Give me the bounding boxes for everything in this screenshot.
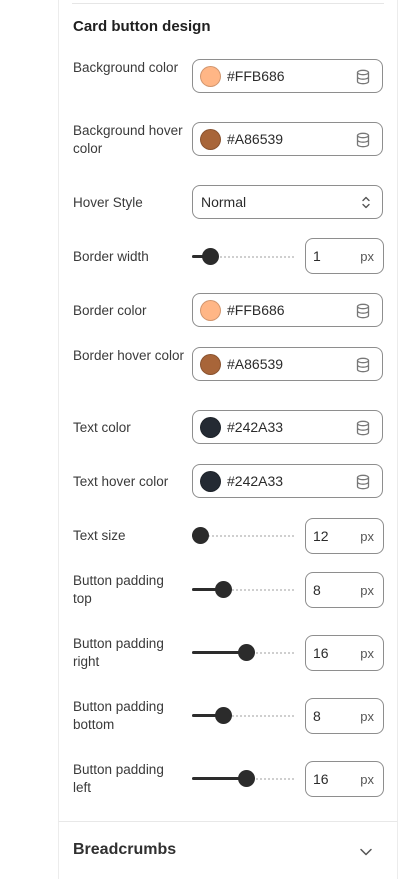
unit-label: px (360, 583, 374, 598)
color-swatch[interactable] (200, 66, 221, 87)
color-swatch[interactable] (200, 354, 221, 375)
pad-top-slider[interactable] (192, 581, 296, 599)
pad-left-label: Button padding left (73, 762, 164, 795)
number-value: 8 (313, 582, 321, 598)
pad-left-input[interactable]: 16 px (305, 761, 384, 797)
chevron-up-down-icon (362, 196, 370, 209)
text-hover-field[interactable]: #242A33 (192, 464, 383, 498)
pad-bottom-slider[interactable] (192, 707, 296, 725)
color-swatch[interactable] (200, 471, 221, 492)
border-color-label: Border color (73, 303, 147, 318)
text-size-input[interactable]: 12 px (305, 518, 384, 554)
color-hex: #A86539 (227, 131, 284, 147)
slider-thumb[interactable] (215, 707, 232, 724)
slider-thumb[interactable] (238, 770, 255, 787)
breadcrumbs-title[interactable]: Breadcrumbs (73, 841, 176, 859)
unit-label: px (360, 772, 374, 787)
pad-right-slider[interactable] (192, 644, 296, 662)
border-width-slider[interactable] (192, 248, 296, 266)
pad-right-label: Button padding right (73, 636, 164, 669)
bg-hover-field[interactable]: #A86539 (192, 122, 383, 156)
number-value: 12 (313, 528, 329, 544)
hover-style-label: Hover Style (73, 195, 143, 210)
border-color-field[interactable]: #FFB686 (192, 293, 383, 327)
color-hex: #FFB686 (227, 302, 285, 318)
database-icon[interactable] (356, 357, 370, 373)
pad-top-input[interactable]: 8 px (305, 572, 384, 608)
color-swatch[interactable] (200, 300, 221, 321)
unit-label: px (360, 709, 374, 724)
pad-bottom-input[interactable]: 8 px (305, 698, 384, 734)
border-width-label: Border width (73, 249, 149, 264)
border-width-input[interactable]: 1 px (305, 238, 384, 274)
text-hover-label: Text hover color (73, 474, 169, 489)
database-icon[interactable] (356, 303, 370, 319)
bg-color-label: Background color (73, 60, 179, 75)
database-icon[interactable] (356, 474, 370, 490)
border-hover-field[interactable]: #A86539 (192, 347, 383, 381)
hover-style-value: Normal (201, 194, 247, 210)
number-value: 8 (313, 708, 321, 724)
border-hover-label: Border hover color (73, 348, 185, 363)
slider-thumb[interactable] (202, 248, 219, 265)
bg-color-field[interactable]: #FFB686 (192, 59, 383, 93)
unit-label: px (360, 646, 374, 661)
pad-bottom-label: Button padding bottom (73, 699, 164, 732)
unit-label: px (360, 529, 374, 544)
text-color-label: Text color (73, 420, 131, 435)
slider-thumb[interactable] (192, 527, 209, 544)
number-value: 16 (313, 771, 329, 787)
database-icon[interactable] (356, 132, 370, 148)
color-hex: #FFB686 (227, 68, 285, 84)
pad-right-input[interactable]: 16 px (305, 635, 384, 671)
color-hex: #242A33 (227, 473, 284, 489)
number-value: 16 (313, 645, 329, 661)
section-title: Card button design (73, 18, 211, 35)
number-value: 1 (313, 248, 321, 264)
database-icon[interactable] (356, 69, 370, 85)
color-hex: #242A33 (227, 419, 284, 435)
color-swatch[interactable] (200, 129, 221, 150)
hover-style-select[interactable]: Normal (192, 185, 383, 219)
chevron-down-icon[interactable] (359, 847, 373, 857)
pad-top-label: Button padding top (73, 573, 164, 606)
text-color-field[interactable]: #242A33 (192, 410, 383, 444)
text-size-label: Text size (73, 528, 126, 543)
slider-thumb[interactable] (215, 581, 232, 598)
slider-thumb[interactable] (238, 644, 255, 661)
color-hex: #A86539 (227, 356, 284, 372)
text-size-slider[interactable] (192, 527, 296, 545)
divider (72, 3, 384, 4)
color-swatch[interactable] (200, 417, 221, 438)
bg-hover-label: Background hover color (73, 123, 183, 156)
database-icon[interactable] (356, 420, 370, 436)
unit-label: px (360, 249, 374, 264)
pad-left-slider[interactable] (192, 770, 296, 788)
